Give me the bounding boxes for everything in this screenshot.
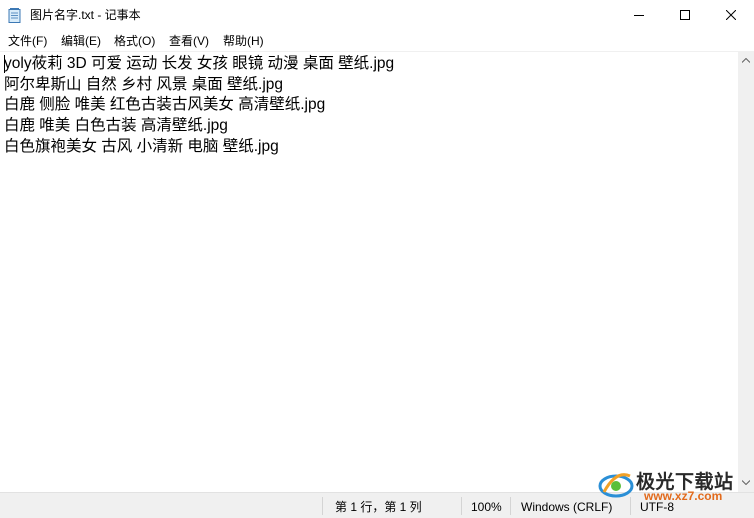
menu-format[interactable]: 格式(O) <box>114 33 155 49</box>
status-separator <box>322 497 323 515</box>
menu-help[interactable]: 帮助(H) <box>223 33 264 49</box>
text-line: 阿尔卑斯山 自然 乡村 风景 桌面 壁纸.jpg <box>4 76 284 93</box>
scroll-up-arrow-icon <box>742 58 750 63</box>
watermark-url: www.xz7.com <box>644 489 723 503</box>
text-line: 白色旗袍美女 古风 小清新 电脑 壁纸.jpg <box>4 138 279 155</box>
status-zoom: 100% <box>471 500 502 514</box>
vertical-scrollbar[interactable] <box>738 51 754 492</box>
text-line: 白鹿 侧脸 唯美 红色古装古风美女 高清壁纸.jpg <box>4 96 326 113</box>
minimize-button[interactable] <box>616 0 662 30</box>
watermark-logo-icon <box>598 473 634 498</box>
close-button[interactable] <box>708 0 754 30</box>
text-editor[interactable]: yoly莜莉 3D 可爱 运动 长发 女孩 眼镜 动漫 桌面 壁纸.jpg 阿尔… <box>0 51 738 492</box>
close-icon <box>726 10 736 20</box>
title-bar[interactable]: 图片名字.txt - 记事本 <box>0 0 754 30</box>
status-line-ending: Windows (CRLF) <box>521 500 613 514</box>
status-separator <box>461 497 462 515</box>
menu-file[interactable]: 文件(F) <box>8 33 47 49</box>
text-line: yoly莜莉 3D 可爱 运动 长发 女孩 眼镜 动漫 桌面 壁纸.jpg <box>4 55 395 72</box>
menu-view[interactable]: 查看(V) <box>169 33 209 49</box>
status-cursor-position: 第 1 行，第 1 列 <box>335 500 422 514</box>
maximize-button[interactable] <box>662 0 708 30</box>
minimize-icon <box>634 15 644 16</box>
menu-edit[interactable]: 编辑(E) <box>61 33 101 49</box>
status-separator <box>510 497 511 515</box>
maximize-icon <box>680 10 690 20</box>
menu-bar: 文件(F) 编辑(E) 格式(O) 查看(V) 帮助(H) <box>0 31 754 51</box>
notepad-app-icon[interactable] <box>8 8 22 23</box>
window-title: 图片名字.txt - 记事本 <box>30 8 141 22</box>
notepad-window: 图片名字.txt - 记事本 文件(F) 编辑(E) 格式(O) 查看(V) 帮… <box>0 0 754 518</box>
scroll-up-button[interactable] <box>738 52 754 69</box>
site-watermark: 极光下载站 www.xz7.com <box>596 466 750 503</box>
text-line: 白鹿 唯美 白色古装 高清壁纸.jpg <box>4 117 228 134</box>
